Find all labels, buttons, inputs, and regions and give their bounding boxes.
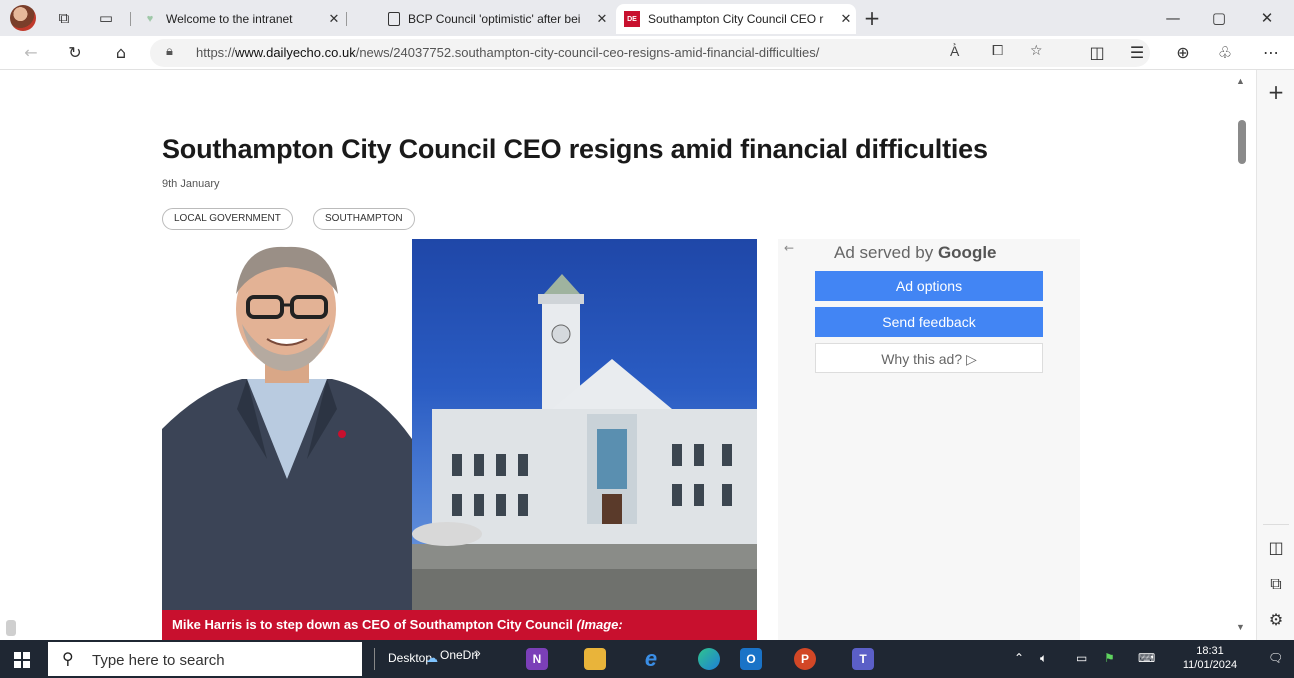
horizontal-scroll-thumb[interactable] [6, 620, 16, 636]
toolbar-overflow-icon[interactable]: » [474, 646, 481, 660]
refresh-button[interactable]: ↻ [62, 41, 88, 65]
edge-browser-icon[interactable] [698, 648, 720, 670]
close-icon[interactable]: ✕ [592, 12, 612, 27]
profile-avatar[interactable] [10, 5, 36, 31]
close-icon[interactable]: ✕ [836, 12, 856, 27]
hero-image: Mike Harris is to step down as CEO of So… [162, 239, 757, 640]
teams-icon[interactable]: T [852, 648, 874, 670]
portrait-photo [162, 239, 412, 640]
tab-strip: ⧉ ▭ ♥ Welcome to the intranet ✕ BCP Coun… [0, 0, 1294, 36]
faded-banner [130, 74, 1110, 100]
app-available-icon[interactable]: ⧠ [992, 43, 1003, 59]
open-external-icon[interactable]: ⧉ [1257, 574, 1294, 594]
tab-southampton-ceo[interactable]: DE Southampton City Council CEO r ✕ [616, 4, 856, 34]
search-placeholder: Type here to search [92, 652, 225, 669]
favorite-star-icon[interactable]: ☆ [1030, 43, 1043, 59]
vertical-scrollbar[interactable]: ▲ ▼ [1232, 70, 1254, 640]
onenote-icon[interactable]: N [526, 648, 548, 670]
scroll-thumb[interactable] [1238, 120, 1246, 164]
collections-icon[interactable]: ⊕ [1170, 41, 1196, 65]
close-window-button[interactable]: ✕ [1244, 6, 1290, 30]
battery-icon[interactable]: ▭ [1076, 651, 1087, 665]
send-feedback-button[interactable]: Send feedback [815, 307, 1043, 337]
why-this-ad-button[interactable]: Why this ad? ▷ [815, 343, 1043, 373]
divider [130, 12, 131, 26]
windows-start-icon[interactable] [14, 652, 30, 668]
outlook-icon[interactable]: O [740, 648, 762, 670]
show-hidden-icons-icon[interactable]: ⌃ [1014, 651, 1024, 665]
back-arrow-icon[interactable]: ← [784, 241, 794, 255]
network-status-icon[interactable]: ⚑ [1104, 651, 1115, 665]
powerpoint-icon[interactable]: P [794, 648, 816, 670]
address-bar[interactable]: 🔒︎ https://www.dailyecho.co.uk/news/2403… [150, 39, 1150, 67]
onedrive-toolbar[interactable]: OneDri [440, 648, 478, 662]
onedrive-cloud-icon: ☁ [426, 651, 438, 665]
divider [1263, 524, 1289, 525]
restore-button[interactable]: ▢ [1196, 6, 1242, 30]
ad-options-button[interactable]: Ad options [815, 271, 1043, 301]
tab-intranet[interactable]: ♥ Welcome to the intranet ✕ [134, 4, 344, 34]
browser-toolbar: ← ↻ ⌂ 🔒︎ https://www.dailyecho.co.uk/new… [0, 36, 1294, 70]
url-text: https://www.dailyecho.co.uk/news/2403775… [196, 45, 820, 60]
tag-local-government[interactable]: LOCAL GOVERNMENT [162, 208, 293, 230]
edge-sidebar: + ◫ ⧉ ⚙ [1256, 70, 1294, 640]
file-explorer-icon[interactable] [584, 648, 606, 670]
article-headline: Southampton City Council CEO resigns ami… [162, 134, 988, 164]
divider [374, 648, 375, 670]
tag-southampton[interactable]: SOUTHAMPTON [313, 208, 415, 230]
page-icon [388, 12, 400, 26]
read-aloud-icon[interactable]: A͐ [950, 43, 959, 60]
favorites-icon[interactable]: ☰ [1124, 41, 1150, 65]
more-menu-icon[interactable]: ⋯ [1258, 41, 1284, 65]
workspaces-icon[interactable]: ⧉ [54, 8, 74, 28]
split-screen-icon[interactable]: ◫ [1084, 41, 1110, 65]
notifications-icon[interactable]: 🗨︎ [1268, 651, 1283, 665]
lock-icon[interactable]: 🔒︎ [166, 44, 173, 59]
internet-explorer-icon[interactable]: e [640, 648, 662, 670]
ad-served-by: Ad served by Google [834, 243, 997, 262]
ad-panel: ← Ad served by Google Ad options Send fe… [778, 239, 1080, 640]
touch-keyboard-icon[interactable]: ⌨ [1138, 651, 1155, 665]
scroll-up-icon[interactable]: ▲ [1236, 76, 1245, 86]
image-caption: Mike Harris is to step down as CEO of So… [162, 610, 757, 640]
taskbar-search-box[interactable]: ⚲ Type here to search [48, 642, 362, 676]
extensions-icon[interactable]: ♧ [1212, 41, 1238, 65]
settings-gear-icon[interactable]: ⚙ [1257, 610, 1294, 629]
search-icon: ⚲ [62, 649, 74, 668]
scroll-down-icon[interactable]: ▼ [1236, 622, 1245, 632]
tab-actions-icon[interactable]: ▭ [96, 8, 116, 28]
page-content: Southampton City Council CEO resigns ami… [0, 70, 1256, 640]
system-clock[interactable]: 18:31 11/01/2024 [1170, 644, 1250, 672]
hide-sidebar-icon[interactable]: ◫ [1257, 538, 1294, 557]
minimize-button[interactable]: — [1150, 6, 1196, 30]
divider [346, 12, 347, 26]
close-icon[interactable]: ✕ [324, 12, 344, 27]
new-tab-button[interactable]: + [862, 8, 882, 28]
civic-centre-photo [412, 239, 757, 610]
daily-echo-favicon-icon: DE [624, 11, 640, 27]
tab-bcp-council[interactable]: BCP Council 'optimistic' after bei ✕ [380, 4, 612, 34]
back-button[interactable]: ← [18, 41, 44, 65]
volume-icon[interactable]: 🔈︎ [1040, 651, 1047, 666]
article-date: 9th January [162, 178, 220, 190]
intranet-favicon-icon: ♥ [146, 13, 154, 25]
add-sidebar-app-icon[interactable]: + [1257, 80, 1294, 104]
home-button[interactable]: ⌂ [108, 41, 134, 65]
windows-taskbar: ⚲ Type here to search Desktop ☁ OneDri »… [0, 640, 1294, 678]
